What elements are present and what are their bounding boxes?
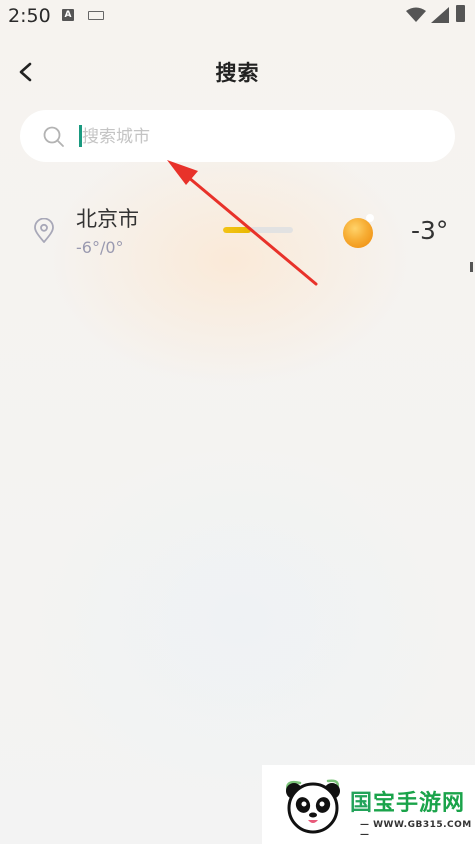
wifi-icon: [406, 7, 426, 22]
city-name: 北京市: [76, 207, 139, 231]
watermark-brand: 国宝手游网: [350, 791, 466, 816]
battery-icon: [456, 5, 465, 22]
panda-logo-icon: [286, 779, 340, 834]
location-pin-icon: [34, 218, 54, 243]
sun-icon: [343, 214, 374, 248]
current-temperature: -3°: [411, 216, 449, 245]
watermark-url: — WWW.GB315.COM —: [360, 820, 472, 840]
status-time: 2:50: [8, 5, 51, 27]
page-title: 搜索: [215, 61, 260, 85]
a-icon: A: [62, 9, 74, 21]
header: 搜索: [0, 50, 475, 94]
status-bar: 2:50 A: [0, 0, 475, 34]
edge-indicator: [470, 262, 473, 272]
keyboard-icon: [88, 11, 104, 20]
search-icon: [43, 126, 64, 147]
temperature-bar-fill: [223, 227, 251, 233]
search-bar[interactable]: [20, 110, 455, 162]
watermark: 国宝手游网 — WWW.GB315.COM —: [262, 765, 475, 844]
signal-icon: [431, 7, 449, 23]
search-input[interactable]: [80, 123, 444, 151]
city-result-item[interactable]: 北京市 -6°/0° -3°: [0, 186, 475, 276]
temperature-range: -6°/0°: [76, 238, 124, 257]
temperature-bar: [223, 227, 293, 233]
